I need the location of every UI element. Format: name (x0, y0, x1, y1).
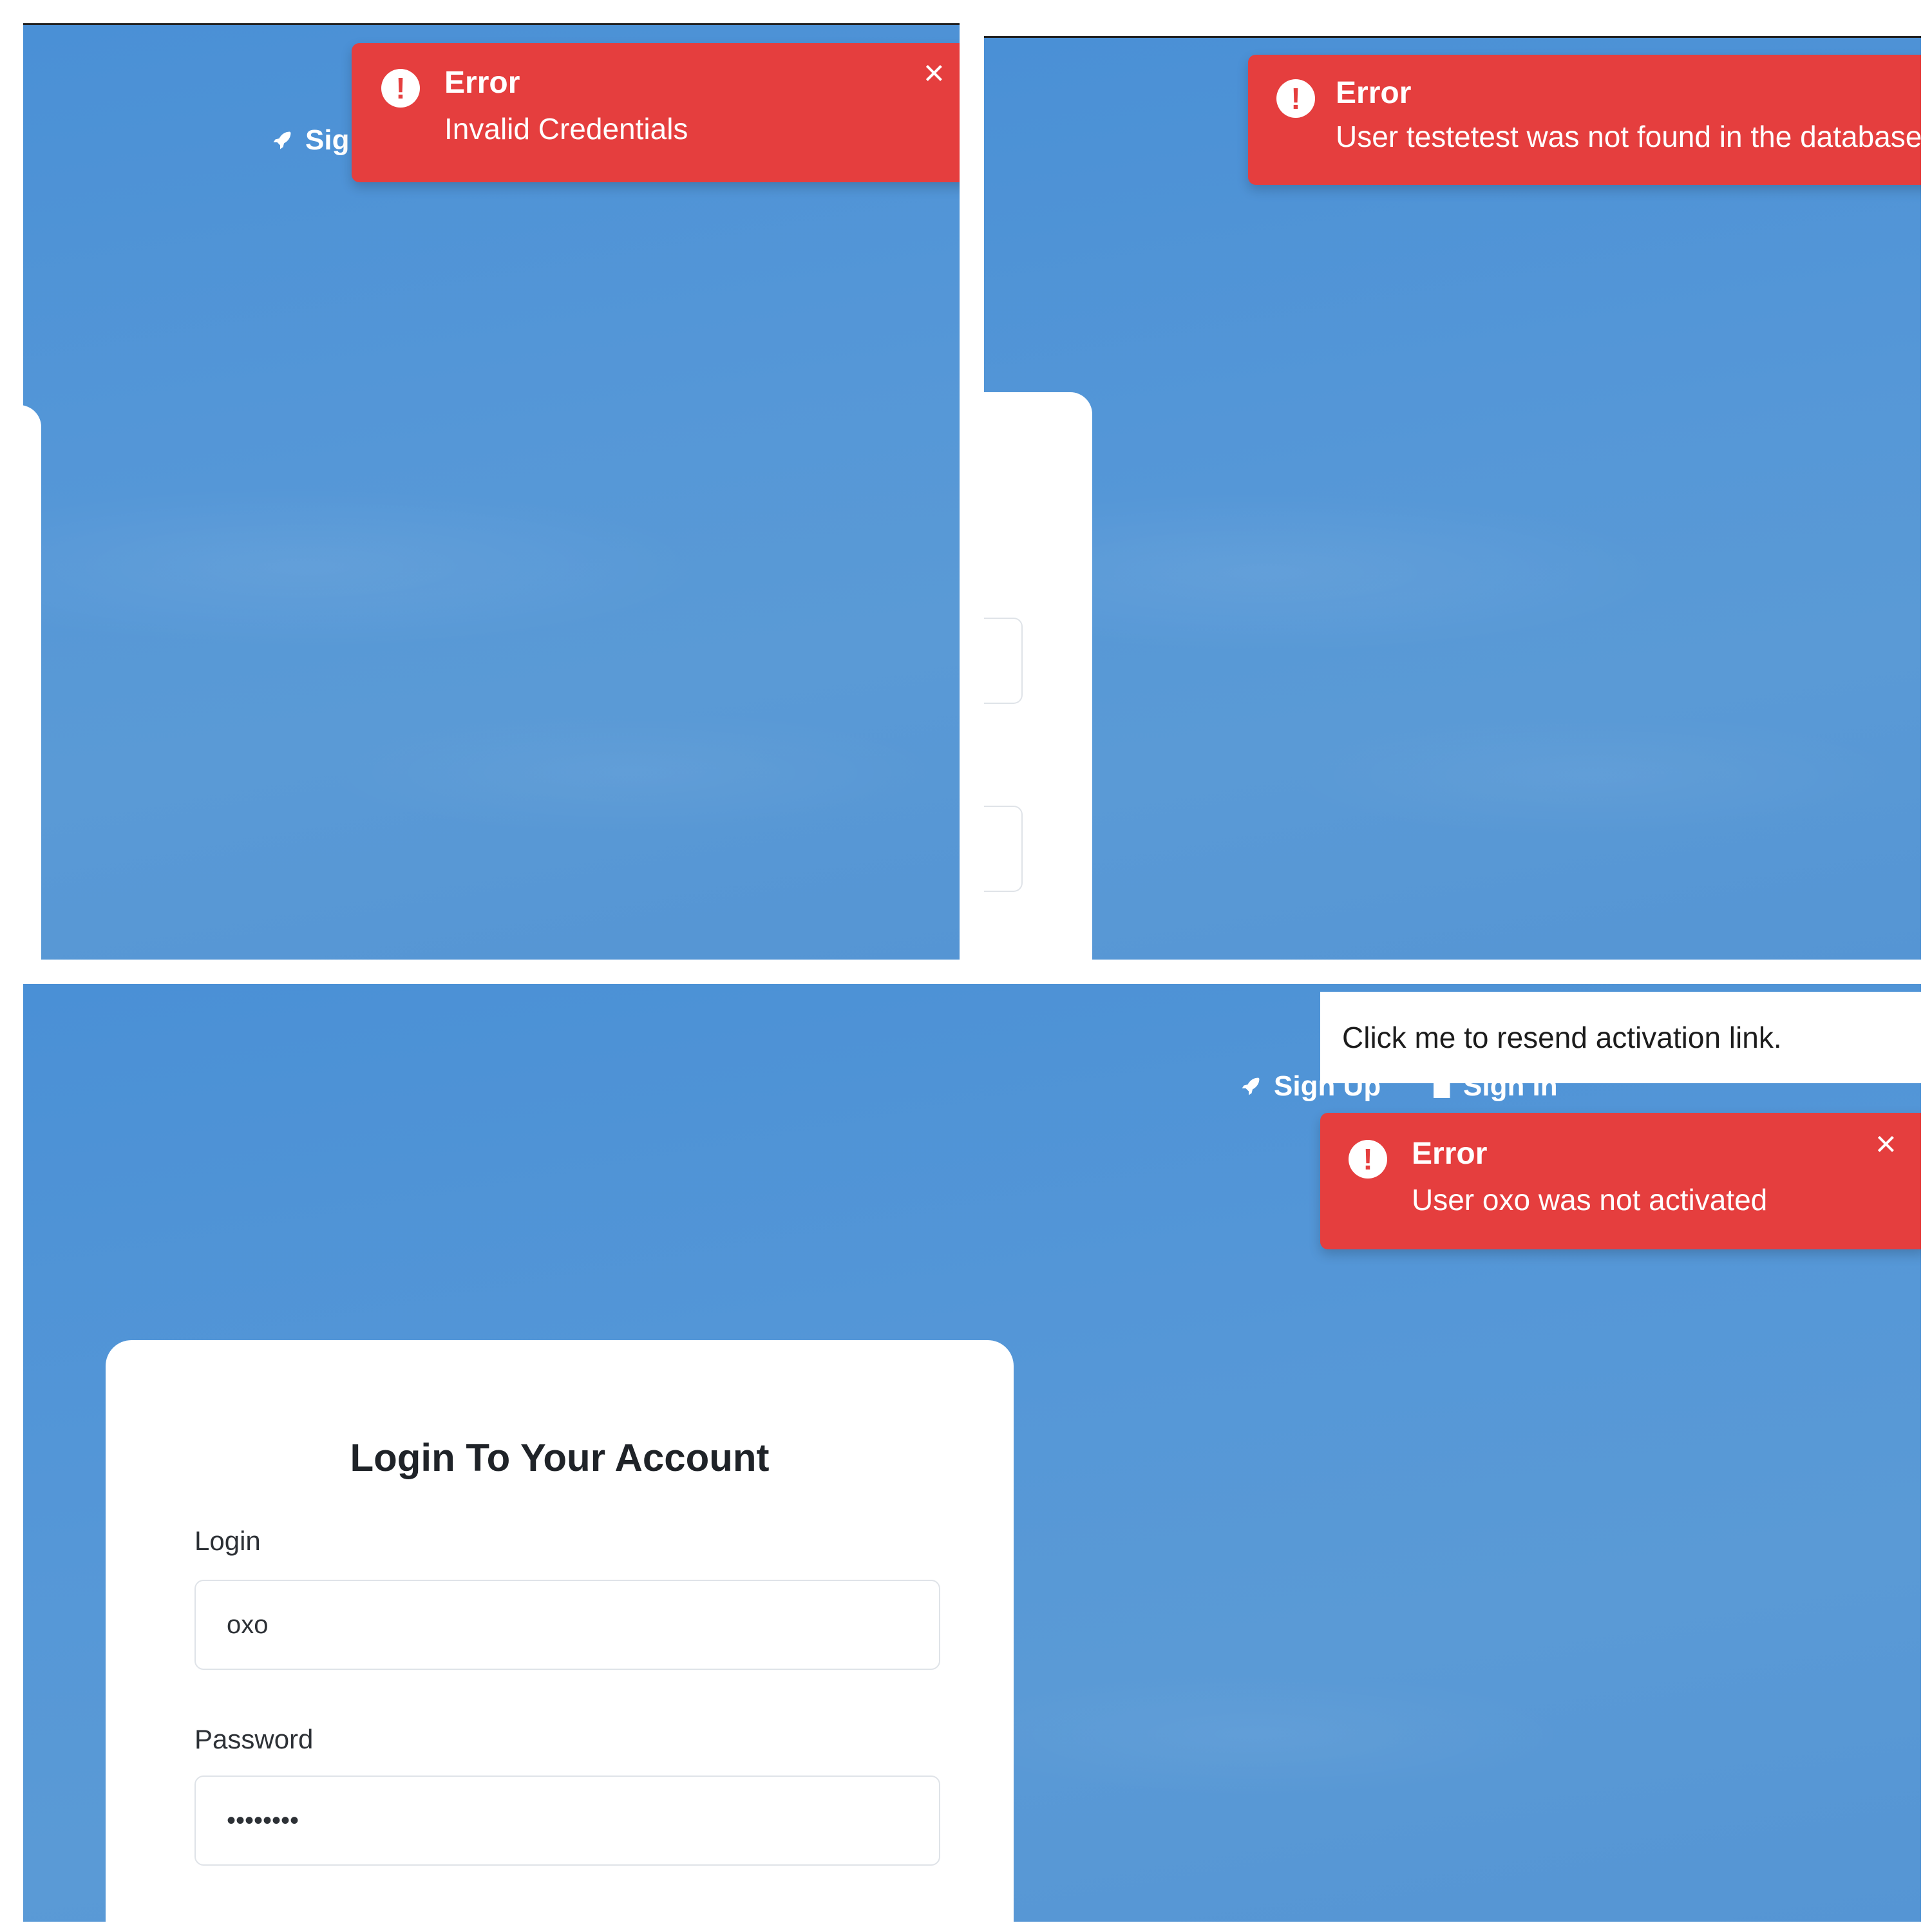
nav-sign-up[interactable]: Sig (270, 124, 349, 156)
error-toast: ! Error User testetest was not found in … (1248, 55, 1921, 185)
close-icon[interactable]: × (923, 55, 945, 91)
password-label: Password (194, 1724, 314, 1754)
toast-message: User testetest was not found in the data… (1336, 120, 1921, 153)
toast-message: User oxo was not activated (1412, 1183, 1768, 1217)
rocket-icon (273, 131, 291, 149)
screenshot-panel-invalid-credentials: Sig ! Error Invalid Credentials × (23, 23, 960, 960)
toast-title: Error (444, 66, 520, 100)
screenshot-panel-login: Sign Up Sign In ! Error User oxo was not… (23, 984, 1921, 1922)
nav-sign-up-label: Sig (305, 124, 350, 156)
login-label: Login (194, 1526, 261, 1556)
login-input-edge (984, 618, 1023, 704)
close-icon[interactable]: × (1875, 1126, 1897, 1162)
password-input[interactable]: •••••••• (194, 1776, 940, 1866)
password-input-edge (984, 806, 1023, 892)
error-toast: ! Error User oxo was not activated × (1320, 1113, 1921, 1249)
exclamation-circle-icon: ! (1349, 1140, 1387, 1179)
exclamation-circle-icon: ! (1276, 79, 1315, 118)
toast-title: Error (1336, 76, 1412, 110)
login-input[interactable]: oxo (194, 1580, 940, 1670)
toast-title: Error (1412, 1137, 1488, 1171)
screenshot-panel-user-not-found: ! Error User testetest was not found in … (984, 36, 1921, 960)
resend-activation-link[interactable]: Click me to resend activation link. (1320, 992, 1932, 1083)
rocket-icon (1242, 1077, 1260, 1095)
login-card-edge (23, 405, 41, 960)
toast-message: Invalid Credentials (444, 112, 688, 146)
error-toast: ! Error Invalid Credentials × (352, 43, 960, 182)
page-title: Login To Your Account (350, 1436, 770, 1479)
exclamation-circle-icon: ! (381, 69, 420, 108)
login-card: Login To Your Account Login oxo Password… (106, 1340, 1014, 1922)
